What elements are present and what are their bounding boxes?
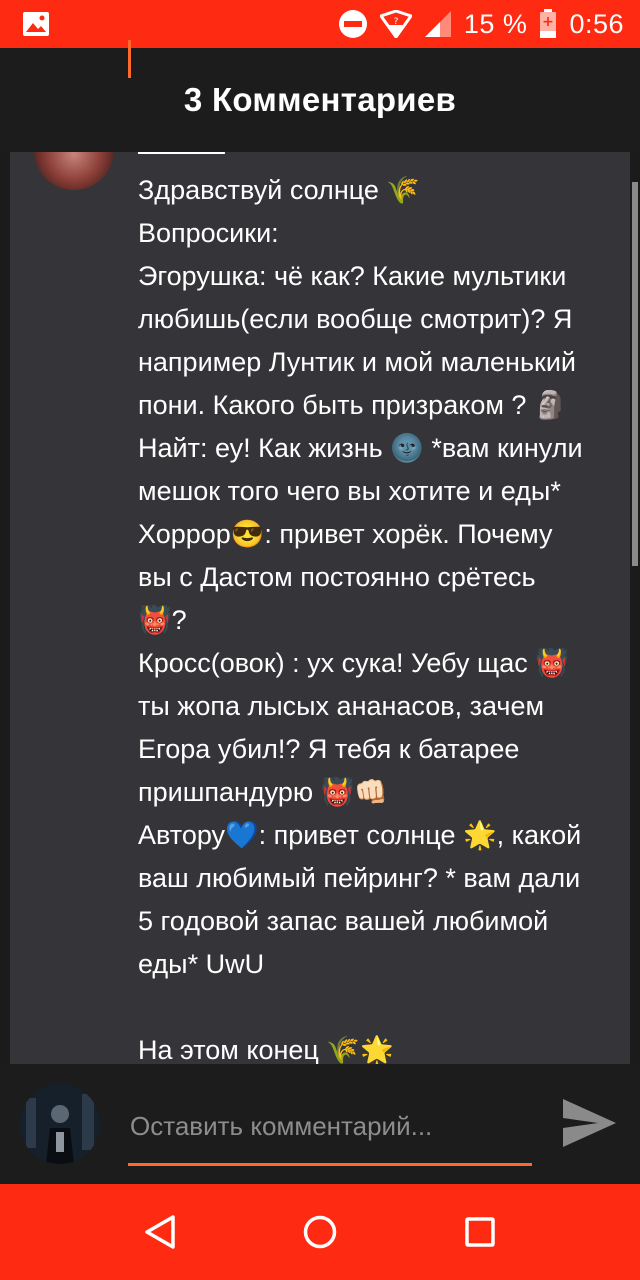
comment-line: Кросс(овок) : ух сука! Уебу щас 👹 [138,648,569,678]
text-caret [128,40,131,78]
scrollbar[interactable] [632,182,638,566]
avatar-figure [20,1084,100,1164]
comment-line: ты жопа лысых ананасов, зачем [138,691,545,721]
battery-percent: 15 % [463,8,528,39]
comment-line: Здравствуй солнце 🌾 [138,175,421,205]
comment-line: вы с Дастом постоянно срётесь [138,562,536,592]
comment-line: Егора убил!? Я тебя к батарее [138,734,520,764]
page-title: 3 Комментариев [183,81,457,118]
cell-signal-icon [424,11,451,37]
home-icon [303,1215,337,1249]
comment-line: Вопросики: [138,218,279,248]
image-notification-icon [23,12,49,36]
recents-icon [465,1217,495,1247]
do-not-disturb-icon [338,10,367,38]
svg-text:?: ? [394,17,399,27]
app-header: 3 Комментариев [0,48,640,152]
home-button[interactable] [288,1200,352,1264]
comment-input-underline [128,1163,532,1166]
svg-text:+: + [543,14,555,30]
comment-line: 👹? [138,605,187,635]
comment-line: мешок того чего вы хотите и еды* [138,476,561,506]
comment-body: Здравствуй солнце 🌾 Вопросики: Эгорушка:… [138,169,618,1064]
comment-line: пришпандурю 👹👊🏻 [138,777,388,807]
comment-line: пони. Какого быть призраком ? 🗿 [138,390,568,420]
comment-line: любишь(если вообще смотрит)? Я [138,304,573,334]
comment-line: например Лунтик и мой маленький [138,347,576,377]
navigation-bar [0,1184,640,1280]
status-bar: ? 15 % + 0:56 [0,0,640,48]
comment-line: На этом конец 🌾🌟 [138,1035,394,1064]
battery-charging-icon: + [540,9,557,38]
comment-line: ваш любимый пейринг? * вам дали [138,863,581,893]
commenter-avatar[interactable] [34,152,114,190]
user-avatar[interactable] [20,1084,100,1164]
comment-card: ▂▂▂▂ Здравствуй солнце 🌾 Вопросики: Эгор… [10,152,630,1064]
status-bar-left [22,11,338,37]
status-bar-right: ? 15 % + 0:56 [338,9,624,40]
comment-line: 5 годовой запас вашей любимой [138,906,549,936]
comment-line [138,986,618,1029]
comment-line: Эгорушка: чё как? Какие мультики [138,261,567,291]
comments-list[interactable]: ▂▂▂▂ Здравствуй солнце 🌾 Вопросики: Эгор… [0,152,640,1064]
comment-input[interactable] [128,1102,532,1150]
comment-line: Автору💙: привет солнце 🌟, какой [138,820,582,850]
comment-line: Хоррор😎: привет хорёк. Почему [138,519,553,549]
comment-line: еды* UwU [138,949,265,979]
back-button[interactable] [128,1200,192,1264]
comment-line: Найт: еу! Как жизнь 🌚 *вам кинули [138,433,583,463]
send-button[interactable] [560,1094,618,1152]
commenter-username[interactable]: ▂▂▂▂ [138,152,238,154]
back-icon [145,1215,175,1249]
recents-button[interactable] [448,1200,512,1264]
send-icon [563,1099,616,1147]
clock: 0:56 [569,8,624,39]
wifi-icon: ? [379,10,412,38]
